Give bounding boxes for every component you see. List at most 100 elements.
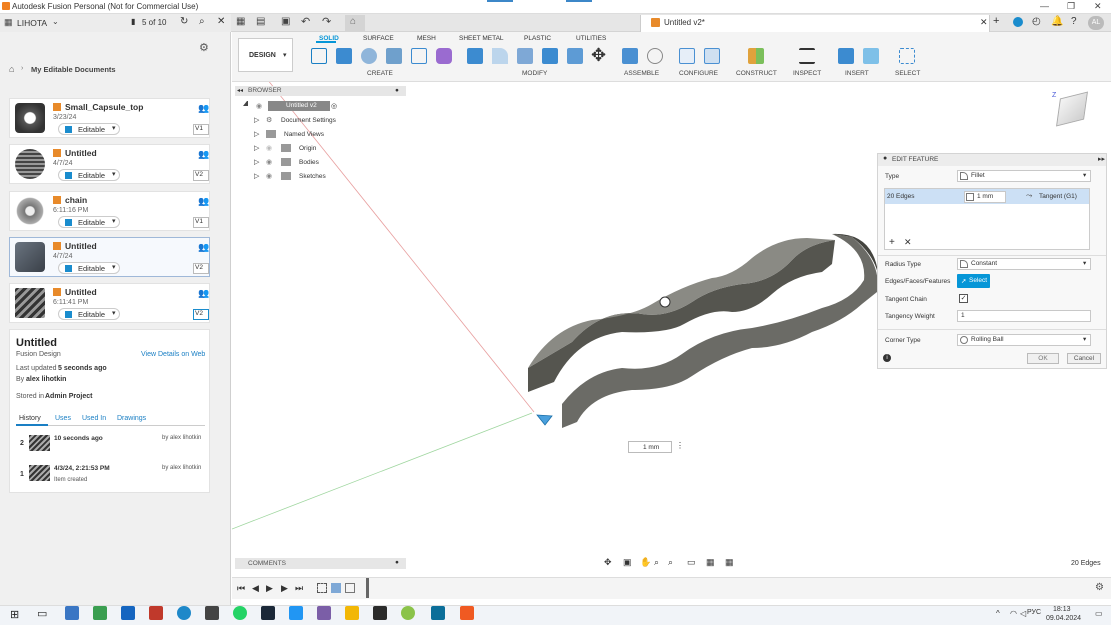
app-icon[interactable]	[373, 606, 387, 620]
zoom-window-icon[interactable]: ⌕	[668, 557, 673, 568]
version-badge[interactable]: V2	[193, 170, 209, 181]
expand-panel-icon[interactable]: ▸▸	[1098, 155, 1105, 163]
browser-item-sketches[interactable]: Sketches	[299, 173, 326, 180]
file-card[interactable]: Untitled 4/7/24 Editable ▾ 👥 V2	[9, 237, 210, 277]
status-dropdown[interactable]: Editable ▾	[58, 123, 120, 135]
expand-icon[interactable]: ▷	[254, 130, 259, 138]
tab-uses[interactable]: Uses	[55, 415, 71, 422]
insert-menu[interactable]: INSERT	[845, 70, 869, 77]
status-dropdown[interactable]: Editable ▾	[58, 308, 120, 320]
add-icon[interactable]: +	[889, 237, 895, 248]
comments-bar[interactable]: COMMENTS ●	[235, 558, 406, 569]
app-icon[interactable]	[317, 606, 331, 620]
viewports-icon[interactable]: ▦	[725, 557, 734, 568]
eye-hidden-icon[interactable]: ◉	[266, 144, 272, 152]
version-badge[interactable]: V2	[193, 263, 209, 274]
insert-image-icon[interactable]	[863, 48, 879, 64]
status-dropdown[interactable]: Editable ▾	[58, 262, 120, 274]
next-step-icon[interactable]: ▶	[281, 583, 288, 594]
home-icon[interactable]: ⌂	[9, 64, 14, 74]
refresh-icon[interactable]: ↻	[180, 16, 188, 27]
remove-icon[interactable]: ✕	[904, 237, 912, 248]
extrude-feature-icon[interactable]	[331, 583, 341, 593]
folder-app-icon[interactable]	[345, 606, 359, 620]
grid-settings-icon[interactable]: ▦	[706, 557, 715, 568]
fusion-taskbar-icon[interactable]	[460, 606, 474, 620]
file-card[interactable]: chain 6:11:16 PM Editable ▾ 👥 V1	[9, 191, 210, 231]
file-name[interactable]: Small_Capsule_top	[65, 102, 143, 112]
steam-icon[interactable]	[261, 606, 275, 620]
browser-item-document-settings[interactable]: Document Settings	[281, 117, 336, 124]
save-icon[interactable]: ▣	[281, 16, 290, 27]
timeline-settings-icon[interactable]: ⚙	[1095, 582, 1104, 593]
breadcrumb[interactable]: My Editable Documents	[31, 65, 116, 74]
stored-value[interactable]: Admin Project	[45, 393, 92, 400]
app-icon[interactable]	[401, 606, 415, 620]
collapse-dot-icon[interactable]: ●	[883, 155, 887, 162]
hole-icon[interactable]	[386, 48, 402, 64]
create-sketch-icon[interactable]	[311, 48, 327, 64]
volume-icon[interactable]: ◁	[1020, 609, 1026, 618]
new-tab-icon[interactable]: +	[993, 15, 999, 27]
version-badge[interactable]: V1	[193, 217, 209, 228]
dimension-input[interactable]: 1 mm	[628, 441, 672, 453]
telegram-icon[interactable]	[289, 606, 303, 620]
revolve-icon[interactable]	[361, 48, 377, 64]
play-icon[interactable]: ▶	[266, 583, 273, 594]
app-icon[interactable]	[431, 606, 445, 620]
share-icon[interactable]: 👥	[198, 103, 209, 114]
browser-item-bodies[interactable]: Bodies	[299, 159, 319, 166]
timeline-marker[interactable]	[366, 578, 369, 598]
expand-icon[interactable]: ▷	[254, 172, 259, 180]
root-component[interactable]: Untitled v2	[268, 101, 330, 111]
minimize-icon[interactable]: —	[1040, 1, 1049, 11]
continuity-value[interactable]: Tangent (G1)	[1039, 193, 1077, 200]
table-icon[interactable]	[704, 48, 720, 64]
expand-icon[interactable]: ▷	[254, 116, 259, 124]
select-button[interactable]: ➚ Select	[957, 274, 990, 288]
file-name[interactable]: Untitled	[65, 287, 97, 297]
browser-item-named-views[interactable]: Named Views	[284, 131, 324, 138]
fillet-icon[interactable]	[492, 48, 508, 64]
offset-plane-icon[interactable]	[748, 48, 764, 64]
construct-menu[interactable]: CONSTRUCT	[736, 70, 777, 77]
history-thumbnail[interactable]	[29, 465, 50, 481]
terminal-icon[interactable]	[205, 606, 219, 620]
close-tab-icon[interactable]: ✕	[980, 17, 988, 28]
pattern-icon[interactable]	[411, 48, 427, 64]
info-icon[interactable]: i	[883, 354, 891, 362]
extensions-icon[interactable]	[1013, 17, 1023, 27]
configure-menu[interactable]: CONFIGURE	[679, 70, 718, 77]
corner-type-dropdown[interactable]: Rolling Ball ▾	[957, 334, 1091, 346]
mail-icon[interactable]	[121, 606, 135, 620]
share-icon[interactable]: 👥	[198, 288, 209, 299]
select-icon[interactable]	[899, 48, 915, 64]
whatsapp-icon[interactable]	[233, 606, 247, 620]
first-step-icon[interactable]: ⏮	[237, 583, 245, 594]
type-dropdown[interactable]: Fillet ▾	[957, 170, 1091, 182]
pan-icon[interactable]: ✋	[640, 557, 651, 568]
assemble-menu[interactable]: ASSEMBLE	[624, 70, 659, 77]
extrude-icon[interactable]	[336, 48, 352, 64]
orbit-icon[interactable]: ✥	[604, 557, 612, 568]
file-name[interactable]: chain	[65, 195, 87, 205]
comments-pin-icon[interactable]: ●	[395, 559, 399, 566]
browser-pin-icon[interactable]: ●	[395, 87, 399, 94]
close-icon[interactable]: ✕	[1094, 1, 1102, 12]
collapse-triangle-icon[interactable]	[243, 101, 248, 106]
notifications-icon[interactable]: 🔔	[1051, 16, 1063, 27]
file-name[interactable]: Untitled	[65, 241, 97, 251]
display-settings-icon[interactable]: ▭	[687, 557, 696, 568]
task-view-icon[interactable]: ▭	[37, 607, 47, 620]
press-pull-icon[interactable]	[467, 48, 483, 64]
sketch-feature-icon[interactable]	[317, 583, 327, 593]
file-card[interactable]: Small_Capsule_top 3/23/24 Editable ▾ 👥 V1	[9, 98, 210, 138]
radius-type-dropdown[interactable]: Constant ▾	[957, 258, 1091, 270]
file-icon[interactable]: ▤	[256, 16, 265, 27]
inspect-menu[interactable]: INSPECT	[793, 70, 821, 77]
document-tab[interactable]: Untitled v2* ✕	[640, 15, 990, 32]
version-badge[interactable]: V2	[193, 309, 209, 320]
browser-item-origin[interactable]: Origin	[299, 145, 316, 152]
panel-header[interactable]: ● EDIT FEATURE ▸▸	[878, 154, 1106, 166]
clock-time[interactable]: 18:13	[1053, 606, 1071, 613]
